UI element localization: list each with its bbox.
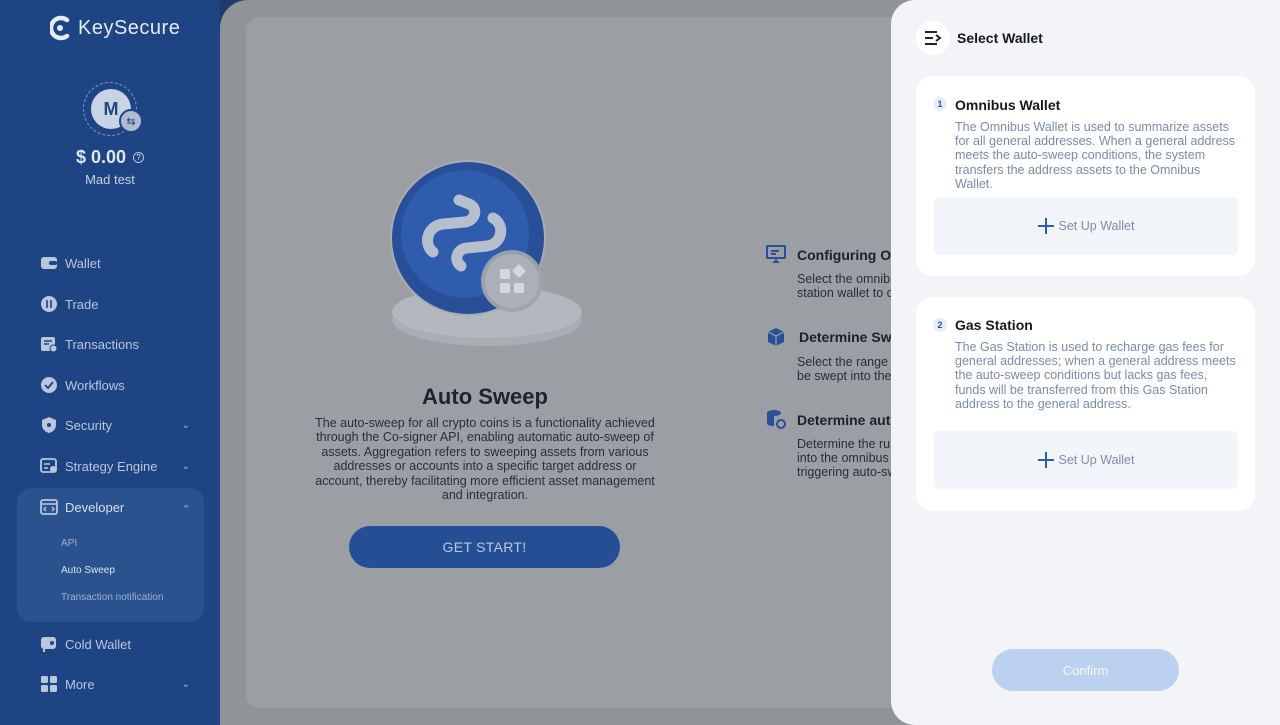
sidebar-item-label: More bbox=[65, 676, 95, 692]
sidebar-item-strategy-engine[interactable]: Strategy Engine ⌄ bbox=[40, 454, 190, 478]
chevron-up-icon[interactable]: ⌄ bbox=[182, 502, 190, 513]
button-label: Set Up Wallet bbox=[1058, 219, 1135, 233]
page-title: Auto Sweep bbox=[422, 384, 548, 409]
sidebar-item-security[interactable]: Security ⌄ bbox=[40, 413, 190, 437]
sidebar-item-workflows[interactable]: Workflows bbox=[40, 373, 190, 397]
step-number-badge: 2 bbox=[933, 318, 947, 332]
step-text: station wallet to c bbox=[797, 286, 891, 300]
sidebar-subitem-transaction-notification[interactable]: Transaction notification bbox=[61, 592, 163, 603]
trade-icon bbox=[40, 295, 58, 313]
sidebar-item-label: Strategy Engine bbox=[65, 458, 158, 474]
set-up-gas-station-button[interactable]: Set Up Wallet bbox=[934, 431, 1238, 489]
sidebar: KeySecure M ⇆ $ 0.00 ? Mad test Wallet T… bbox=[0, 0, 220, 725]
sidebar-item-label: Wallet bbox=[65, 255, 101, 271]
step-text: Select the range o bbox=[797, 355, 891, 369]
set-up-omnibus-wallet-button[interactable]: Set Up Wallet bbox=[934, 197, 1238, 255]
wallet-icon bbox=[40, 254, 58, 272]
shield-icon bbox=[40, 416, 58, 434]
strategy-engine-icon bbox=[40, 457, 58, 475]
cold-wallet-icon bbox=[40, 635, 58, 653]
transactions-icon bbox=[40, 335, 58, 353]
brand[interactable]: KeySecure bbox=[50, 15, 180, 41]
workflows-icon bbox=[40, 376, 58, 394]
plus-icon bbox=[1037, 452, 1054, 468]
account-balance: $ 0.00 ? bbox=[0, 147, 220, 168]
sidebar-subitem-api[interactable]: API bbox=[61, 538, 77, 549]
confirm-button[interactable]: Confirm bbox=[992, 649, 1179, 691]
step-text: into the omnibus bbox=[797, 451, 889, 465]
database-gear-icon bbox=[767, 410, 786, 429]
button-label: Set Up Wallet bbox=[1058, 453, 1135, 467]
get-start-button[interactable]: GET START! bbox=[349, 526, 620, 568]
step-title: Determine Swe bbox=[799, 329, 893, 345]
step-title: Configuring Om bbox=[797, 247, 891, 263]
switch-account-icon[interactable]: ⇆ bbox=[119, 109, 143, 133]
help-icon[interactable]: ? bbox=[133, 152, 145, 163]
sidebar-item-more[interactable]: More ⌄ bbox=[40, 672, 190, 696]
developer-icon bbox=[40, 498, 58, 516]
sidebar-item-label: Cold Wallet bbox=[65, 636, 131, 652]
cube-icon bbox=[767, 328, 785, 346]
sidebar-item-label: Security bbox=[65, 417, 112, 433]
step-title: Determine auto bbox=[797, 412, 891, 428]
card-description: The Omnibus Wallet is used to summarize … bbox=[955, 120, 1236, 191]
step-text: Select the omnibu bbox=[797, 272, 891, 286]
sidebar-item-cold-wallet[interactable]: Cold Wallet bbox=[40, 632, 190, 656]
card-title: Gas Station bbox=[955, 317, 1033, 333]
grid-icon bbox=[40, 675, 58, 693]
card-description: The Gas Station is used to recharge gas … bbox=[955, 340, 1236, 411]
balance-value: $ 0.00 bbox=[75, 147, 127, 167]
sidebar-item-label: Developer bbox=[65, 499, 125, 515]
sidebar-item-label: Transactions bbox=[65, 336, 139, 352]
page-description: The auto-sweep for all crypto coins is a… bbox=[315, 416, 655, 503]
sidebar-item-label: Workflows bbox=[65, 377, 125, 393]
step-text: be swept into the bbox=[797, 369, 891, 383]
step-text: Determine the rul bbox=[797, 437, 891, 451]
step-text: triggering auto-sw bbox=[797, 465, 891, 479]
keysecure-logo-icon bbox=[50, 15, 70, 41]
plus-icon bbox=[1037, 218, 1054, 234]
brand-name: KeySecure bbox=[78, 16, 181, 39]
chevron-down-icon[interactable]: ⌄ bbox=[182, 461, 190, 472]
sidebar-item-trade[interactable]: Trade bbox=[40, 292, 190, 316]
chevron-down-icon[interactable]: ⌄ bbox=[182, 679, 190, 690]
step-number-badge: 1 bbox=[933, 97, 947, 111]
card-title: Omnibus Wallet bbox=[955, 97, 1061, 113]
sidebar-item-transactions[interactable]: Transactions bbox=[40, 332, 190, 356]
chevron-down-icon[interactable]: ⌄ bbox=[182, 420, 190, 431]
collapse-menu-icon[interactable] bbox=[916, 21, 950, 55]
sidebar-item-wallet[interactable]: Wallet bbox=[40, 251, 190, 275]
monitor-icon bbox=[766, 245, 786, 263]
drawer-title: Select Wallet bbox=[957, 30, 1043, 46]
sidebar-item-label: Trade bbox=[65, 296, 99, 312]
sidebar-item-developer[interactable]: Developer ⌄ bbox=[40, 495, 190, 519]
auto-sweep-illustration bbox=[390, 160, 582, 346]
sidebar-subitem-auto-sweep[interactable]: Auto Sweep bbox=[61, 565, 115, 576]
account-name: Mad test bbox=[85, 172, 135, 187]
